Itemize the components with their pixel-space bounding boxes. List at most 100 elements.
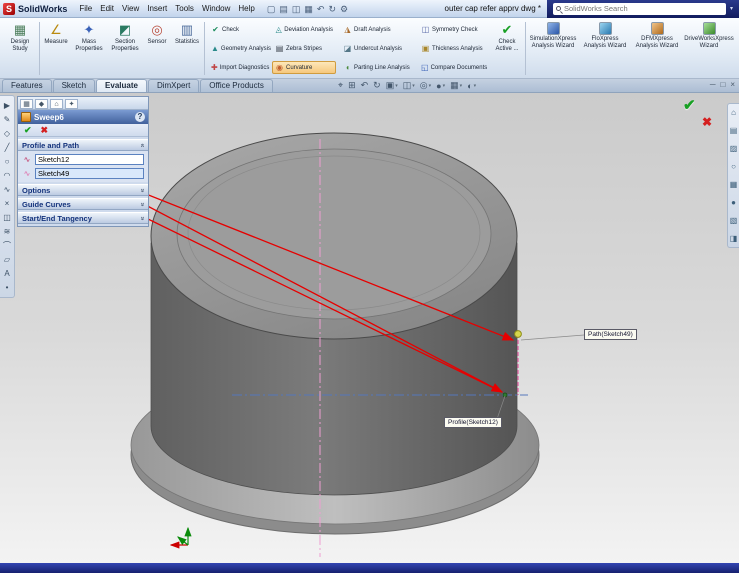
profile-selection-input[interactable] (35, 154, 144, 165)
dfmxpress-wizard-button[interactable]: DFMXpress Analysis Wizard (631, 20, 683, 77)
compare-documents-button[interactable]: ◱ Compare Documents (418, 61, 488, 74)
menu-tools[interactable]: Tools (171, 4, 198, 13)
menu-window[interactable]: Window (198, 4, 234, 13)
rotate-view-icon[interactable]: ↻ (373, 80, 381, 91)
menu-view[interactable]: View (118, 4, 143, 13)
check-button[interactable]: ✔ Check (208, 23, 268, 36)
arc-tool-icon[interactable]: ◠ (2, 170, 13, 181)
search-pane-icon[interactable]: ○ (731, 162, 736, 171)
text-tool-icon[interactable]: A (2, 268, 13, 279)
profile-callout[interactable]: Profile(Sketch12) (444, 417, 502, 428)
save-icon[interactable]: ◫ (292, 2, 301, 16)
previous-view-icon[interactable]: ↶ (361, 80, 369, 91)
section-start-end-tangency[interactable]: Start/End Tangency » (18, 212, 148, 224)
search-dropdown-icon[interactable]: ▾ (730, 5, 733, 12)
view-orientation-icon[interactable]: ▣ ▾ (386, 80, 398, 91)
help-icon[interactable]: ? (135, 112, 145, 122)
check-active-button[interactable]: ✔ Check Active ... (490, 20, 524, 77)
pm-tab-dimxpertmanager-icon[interactable]: ✦ (65, 99, 78, 109)
point-tool-icon[interactable]: • (2, 282, 13, 293)
curvature-button[interactable]: ◉ Curvature (272, 61, 336, 74)
symmetry-check-button[interactable]: ◫ Symmetry Check (418, 23, 488, 36)
minimize-document-icon[interactable]: ─ (710, 80, 716, 89)
rebuild-icon[interactable]: ↻ (328, 2, 336, 16)
options-gear-icon[interactable]: ⚙ (340, 2, 348, 16)
confirmation-ok-icon[interactable]: ✔ (683, 96, 696, 114)
edit-appearance-icon[interactable]: ● ▾ (436, 81, 445, 91)
undercut-analysis-button[interactable]: ◪ Undercut Analysis (340, 42, 414, 55)
close-document-icon[interactable]: × (730, 80, 735, 89)
import-diagnostics-button[interactable]: ✚ Import Diagnostics (208, 61, 269, 74)
section-options[interactable]: Options » (18, 184, 148, 196)
section-guide-curves[interactable]: Guide Curves » (18, 198, 148, 210)
trim-tool-icon[interactable]: × (2, 198, 13, 209)
zebra-stripes-button[interactable]: ▤ Zebra Stripes (272, 42, 336, 55)
tab-office-products[interactable]: Office Products (200, 79, 273, 92)
undo-icon[interactable]: ↶ (317, 2, 325, 16)
circle-tool-icon[interactable]: ○ (2, 156, 13, 167)
select-tool-icon[interactable]: ▶ (2, 100, 13, 111)
path-endpoint-marker[interactable] (514, 330, 522, 338)
confirmation-cancel-icon[interactable]: ✖ (702, 115, 712, 129)
zoom-fit-icon[interactable]: ⌖ (338, 80, 343, 91)
simulationxpress-wizard-button[interactable]: SimulationXpress Analysis Wizard (527, 20, 579, 77)
sketch-tool-icon[interactable]: ✎ (2, 114, 13, 125)
offset-tool-icon[interactable]: ≋ (2, 226, 13, 237)
document-recovery-icon[interactable]: ◨ (730, 234, 738, 243)
pm-tab-featuremanager-icon[interactable]: ▦ (20, 99, 33, 109)
menu-insert[interactable]: Insert (143, 4, 171, 13)
plane-tool-icon[interactable]: ▱ (2, 254, 13, 265)
floxpress-wizard-button[interactable]: FloXpress Analysis Wizard (579, 20, 631, 77)
view-settings-icon[interactable]: ◐ ▾ (467, 81, 476, 91)
statistics-button[interactable]: ▥ Statistics (171, 20, 203, 77)
path-selection-input[interactable] (35, 168, 144, 179)
deviation-analysis-button[interactable]: ◬ Deviation Analysis (272, 23, 336, 36)
geometry-analysis-button[interactable]: ▲ Geometry Analysis (208, 42, 271, 55)
search-input[interactable] (564, 4, 723, 13)
tab-sketch[interactable]: Sketch (52, 79, 96, 92)
draft-analysis-button[interactable]: ◮ Draft Analysis (340, 23, 414, 36)
file-explorer-icon[interactable]: ▨ (730, 144, 738, 153)
graphics-area[interactable]: ▶ ✎ ◇ ╱ ○ ◠ ∿ × ◫ ≋ ⌒ ▱ A • ▦ ◆ ⌂ ✦ Swee… (0, 93, 739, 563)
restore-document-icon[interactable]: □ (720, 80, 725, 89)
driveworksxpress-wizard-button[interactable]: DriveWorksXpress Wizard (683, 20, 735, 77)
zoom-area-icon[interactable]: ⊞ (348, 80, 356, 91)
dimension-tool-icon[interactable]: ◇ (2, 128, 13, 139)
pm-tab-configurationmanager-icon[interactable]: ⌂ (50, 99, 63, 109)
tab-evaluate[interactable]: Evaluate (96, 79, 147, 92)
view-palette-icon[interactable]: ▦ (730, 180, 738, 189)
tab-features[interactable]: Features (2, 79, 52, 92)
mass-properties-button[interactable]: ✦ Mass Properties (71, 20, 107, 77)
parting-line-analysis-button[interactable]: ◖ Parting Line Analysis (340, 61, 414, 74)
design-library-icon[interactable]: ▤ (730, 126, 738, 135)
menu-file[interactable]: File (75, 4, 96, 13)
pm-ok-icon[interactable]: ✔ (24, 125, 32, 136)
mirror-tool-icon[interactable]: ◫ (2, 212, 13, 223)
design-study-button[interactable]: ▦ Design Study (2, 20, 38, 77)
model-top-rim (176, 148, 492, 320)
appearances-icon[interactable]: ● (731, 198, 736, 207)
pm-cancel-icon[interactable]: ✖ (41, 125, 49, 136)
hide-show-items-icon[interactable]: ◎ ▾ (420, 80, 431, 91)
solidworks-resources-icon[interactable]: ⌂ (731, 108, 736, 117)
pm-tab-propertymanager-icon[interactable]: ◆ (35, 99, 48, 109)
section-properties-button[interactable]: ◩ Section Properties (107, 20, 143, 77)
thickness-analysis-button[interactable]: ▣ Thickness Analysis (418, 42, 488, 55)
measure-button[interactable]: ∠ Measure (41, 20, 71, 77)
path-callout[interactable]: Path(Sketch49) (584, 329, 637, 340)
open-document-icon[interactable]: ▤ (279, 2, 288, 16)
section-profile-and-path[interactable]: Profile and Path « (18, 139, 148, 151)
expand-chevron-icon: » (138, 216, 146, 220)
fillet-tool-icon[interactable]: ⌒ (2, 240, 13, 251)
new-document-icon[interactable]: ▢ (267, 2, 276, 16)
menu-help[interactable]: Help (234, 4, 258, 13)
print-icon[interactable]: ▦ (304, 2, 313, 16)
custom-properties-icon[interactable]: ▧ (730, 216, 738, 225)
display-style-icon[interactable]: ◫ ▾ (403, 80, 415, 91)
apply-scene-icon[interactable]: ▦ ▾ (450, 80, 462, 91)
line-tool-icon[interactable]: ╱ (2, 142, 13, 153)
sensor-button[interactable]: ◎ Sensor (143, 20, 171, 77)
spline-tool-icon[interactable]: ∿ (2, 184, 13, 195)
menu-edit[interactable]: Edit (96, 4, 118, 13)
tab-dimxpert[interactable]: DimXpert (147, 79, 200, 92)
